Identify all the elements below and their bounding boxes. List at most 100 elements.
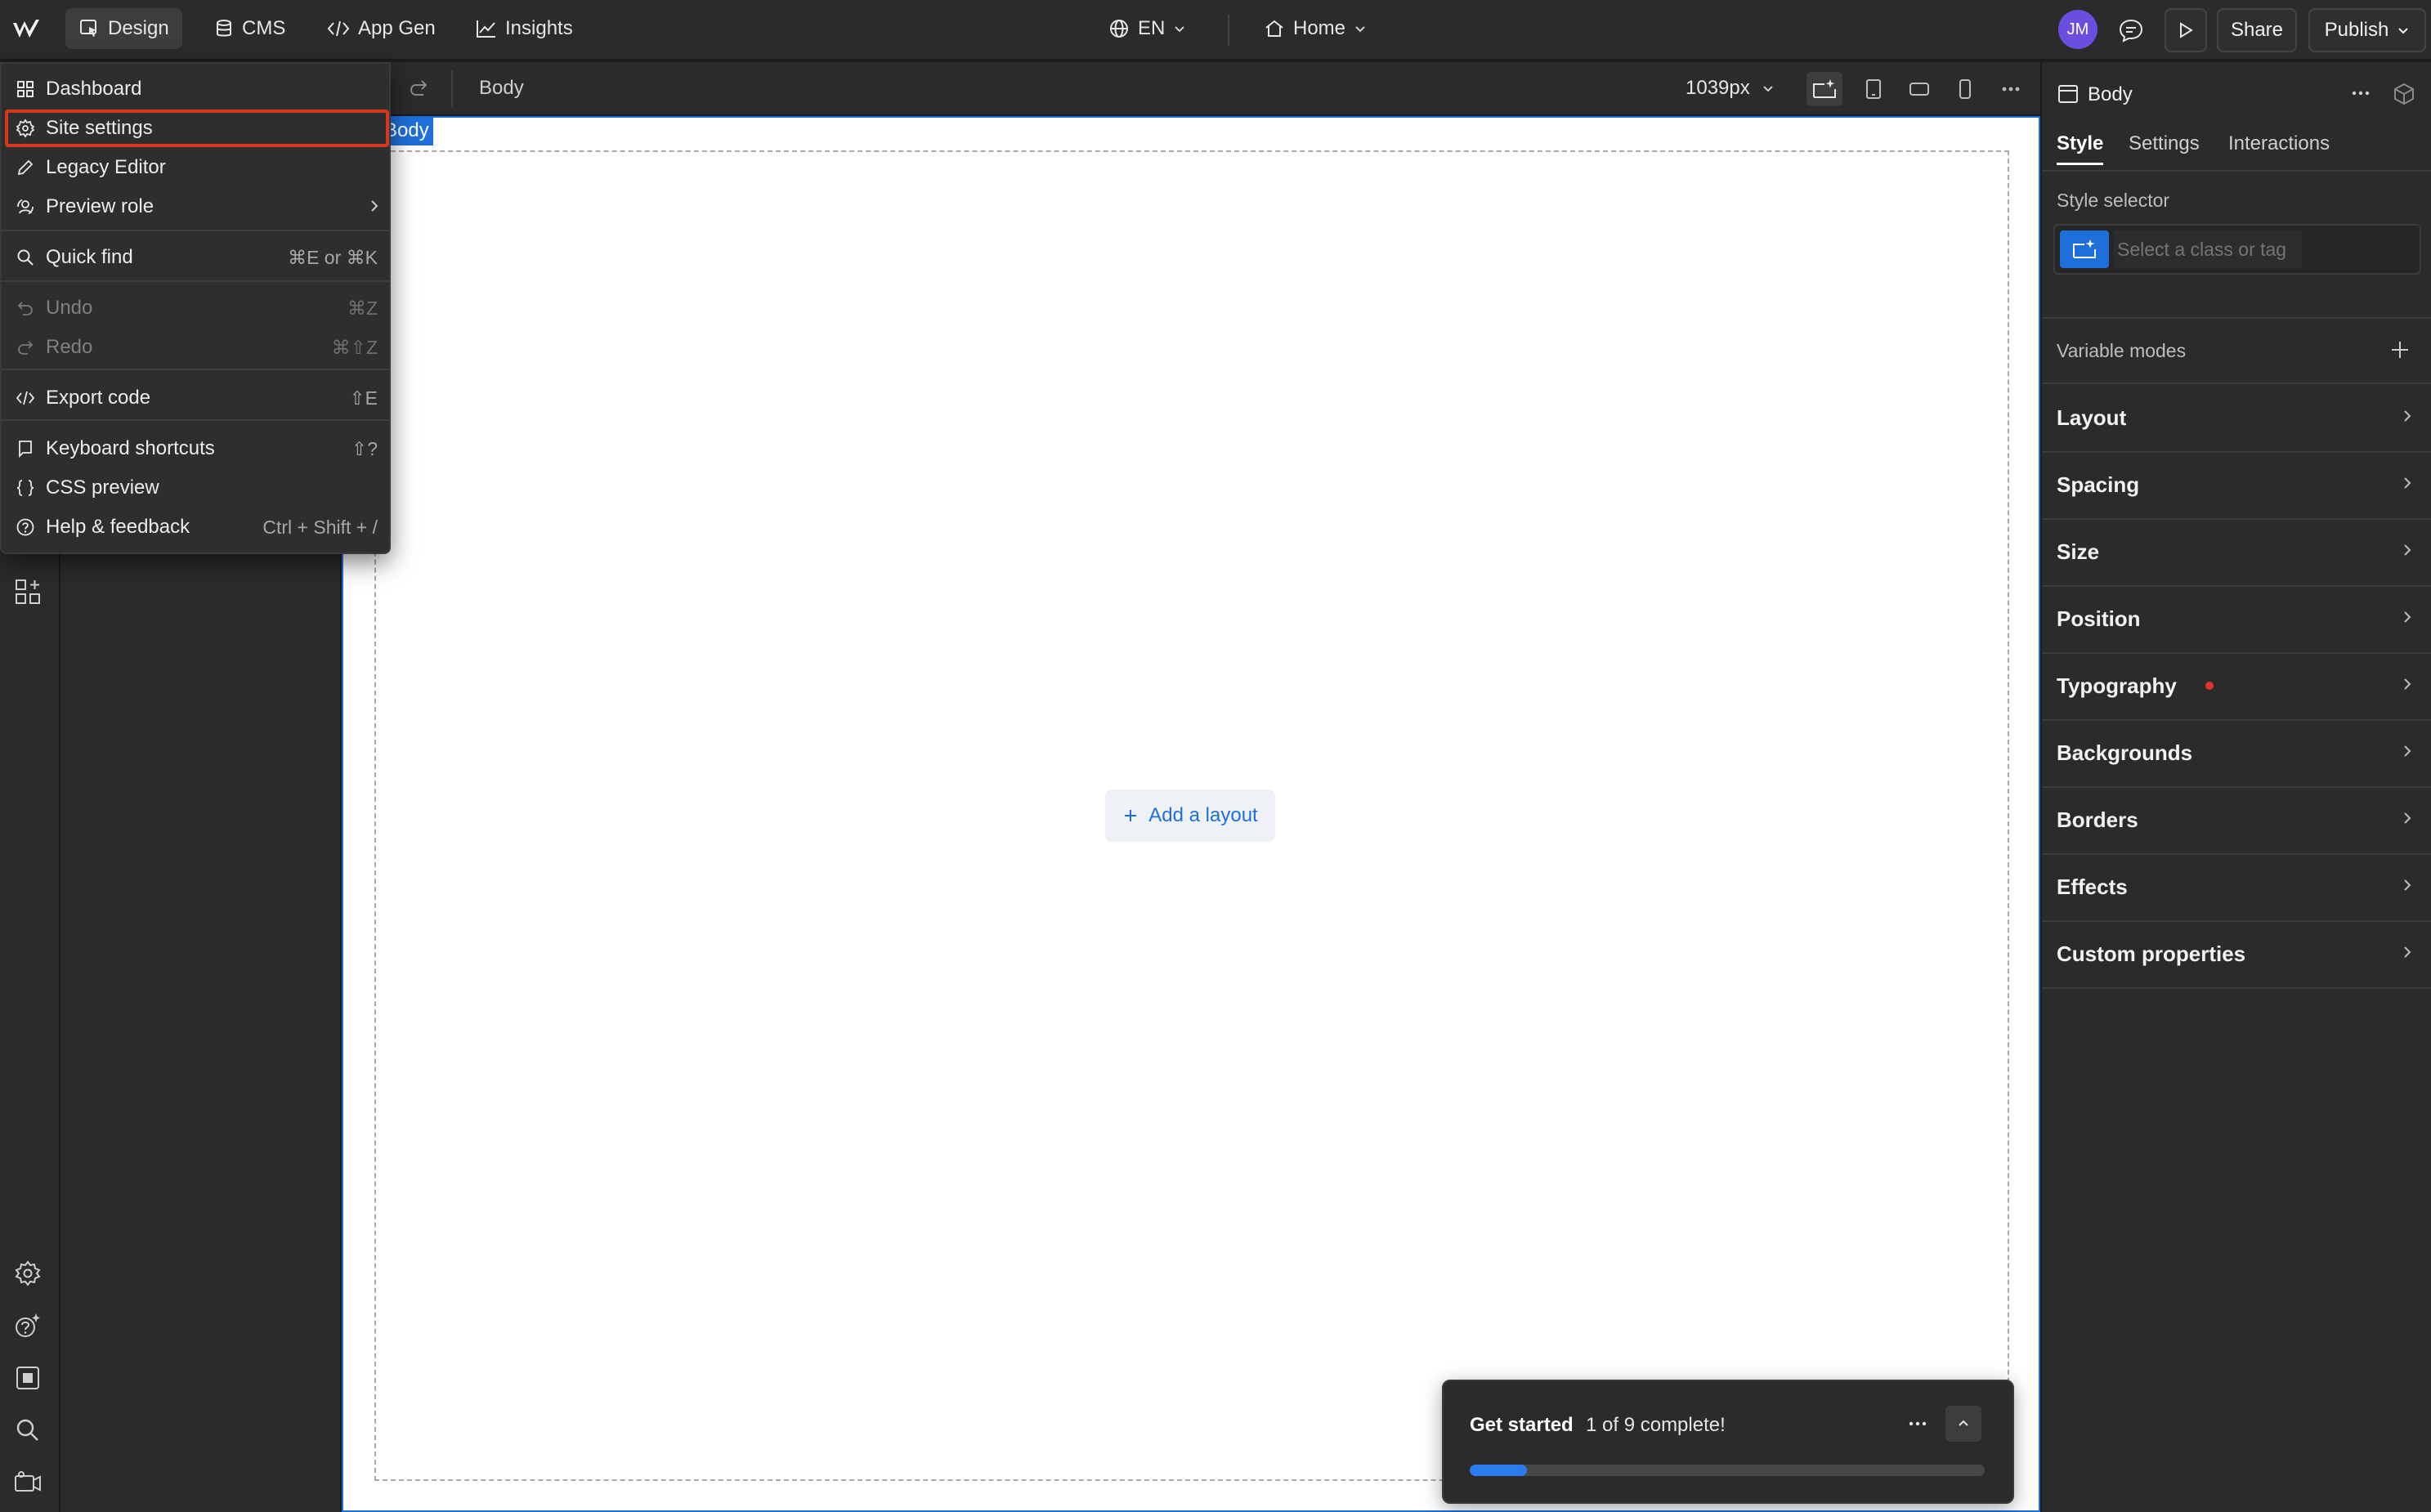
menu-item-preview-role[interactable]: Preview role — [2, 188, 389, 226]
plus-icon[interactable] — [2388, 338, 2411, 361]
section-layout[interactable]: Layout — [2042, 384, 2431, 453]
tab-style[interactable]: Style — [2057, 132, 2104, 165]
section-title: Position — [2057, 606, 2141, 631]
breakpoint-mobile-landscape[interactable] — [1901, 72, 1937, 106]
tablet-icon — [1865, 78, 1883, 101]
help-sparkle-icon[interactable] — [11, 1309, 44, 1342]
canvas-width-selector[interactable]: 1039px — [1686, 77, 1775, 100]
menu-item-shortcut: ⇧E — [349, 387, 378, 409]
menu-item-site-settings[interactable]: Site settings — [5, 110, 389, 147]
search-icon[interactable] — [11, 1414, 44, 1447]
chevron-right-icon — [2402, 878, 2413, 892]
publish-button[interactable]: Publish — [2308, 8, 2426, 52]
menu-item-shortcut: ⌘⇧Z — [331, 336, 378, 358]
more-options-icon[interactable] — [2351, 90, 2371, 96]
menu-item-help-feedback[interactable]: Help & feedback Ctrl + Shift + / — [2, 508, 389, 546]
tab-insights-label: Insights — [505, 17, 573, 39]
chevron-down-icon — [2397, 24, 2410, 37]
section-spacing[interactable]: Spacing — [2042, 451, 2431, 520]
locale-label: EN — [1138, 17, 1166, 39]
menu-item-redo[interactable]: Redo ⌘⇧Z — [2, 329, 389, 366]
more-options-icon[interactable] — [1900, 1406, 1936, 1442]
section-size[interactable]: Size — [2042, 518, 2431, 587]
tab-app-gen[interactable]: App Gen — [314, 8, 449, 49]
stop-square-icon[interactable] — [11, 1362, 44, 1394]
chevron-up-icon[interactable] — [1945, 1406, 1981, 1442]
tab-interactions[interactable]: Interactions — [2228, 132, 2330, 155]
menu-item-label: Preview role — [46, 195, 154, 217]
page-selector[interactable]: Home — [1251, 8, 1380, 49]
pencil-icon — [15, 157, 36, 178]
section-position[interactable]: Position — [2042, 585, 2431, 654]
preview-button[interactable] — [2165, 8, 2207, 52]
get-started-progress-text: 1 of 9 complete! — [1586, 1414, 1726, 1436]
share-button[interactable]: Share — [2217, 8, 2297, 52]
variable-modes-label: Variable modes — [2057, 340, 2187, 361]
chevron-down-icon — [1354, 22, 1367, 35]
breakpoint-mobile-portrait[interactable] — [1947, 72, 1983, 106]
style-selector-field[interactable] — [2053, 224, 2421, 275]
chevron-right-icon — [368, 199, 381, 213]
webflow-logo-icon[interactable] — [11, 16, 44, 44]
add-apps-icon[interactable] — [11, 575, 44, 608]
add-layout-button[interactable]: Add a layout — [1105, 790, 1275, 842]
menu-item-dashboard[interactable]: Dashboard — [2, 70, 389, 108]
user-avatar[interactable]: JM — [2058, 10, 2097, 49]
get-started-progress-bar — [1470, 1465, 1985, 1476]
component-cube-icon[interactable] — [2392, 82, 2416, 106]
menu-separator — [2, 369, 389, 370]
menu-item-undo[interactable]: Undo ⌘Z — [2, 289, 389, 327]
more-options-icon[interactable] — [1993, 72, 2029, 106]
redo-icon[interactable] — [407, 77, 432, 101]
chevron-right-icon — [2402, 409, 2413, 423]
video-tutorials-icon[interactable] — [11, 1466, 44, 1499]
keyboard-icon — [15, 438, 36, 459]
section-title: Layout — [2057, 405, 2127, 430]
menu-item-label: Redo — [46, 336, 93, 358]
settings-icon[interactable] — [11, 1257, 44, 1290]
tab-design-label: Design — [108, 17, 169, 39]
comments-icon[interactable] — [2117, 16, 2145, 44]
tab-settings[interactable]: Settings — [2129, 132, 2200, 155]
selector-divider — [2042, 317, 2431, 319]
section-backgrounds[interactable]: Backgrounds — [2042, 719, 2431, 788]
menu-item-quick-find[interactable]: Quick find ⌘E or ⌘K — [2, 239, 389, 276]
menu-item-css-preview[interactable]: CSS preview — [2, 469, 389, 507]
section-effects[interactable]: Effects — [2042, 853, 2431, 922]
menu-item-legacy-editor[interactable]: Legacy Editor — [2, 149, 389, 186]
code-icon — [327, 19, 350, 38]
breakpoint-desktop-base[interactable] — [1806, 72, 1842, 106]
breadcrumb[interactable]: Body — [479, 77, 524, 100]
element-box-icon — [2057, 83, 2080, 105]
breakpoint-tablet[interactable] — [1856, 72, 1892, 106]
locale-selector[interactable]: EN — [1095, 8, 1199, 49]
menu-item-label: Site settings — [46, 117, 153, 139]
user-switch-icon — [15, 196, 36, 217]
menu-item-keyboard-shortcuts[interactable]: Keyboard shortcuts ⇧? — [2, 430, 389, 467]
style-selector-input[interactable] — [2114, 230, 2302, 268]
tab-cms[interactable]: CMS — [201, 8, 298, 49]
get-started-title: Get started — [1470, 1414, 1574, 1436]
toolbar-divider — [451, 70, 453, 108]
section-typography[interactable]: Typography — [2042, 652, 2431, 721]
database-icon — [214, 18, 234, 39]
canvas-toolbar: Body 1039px — [342, 62, 2040, 116]
section-title: Borders — [2057, 807, 2138, 832]
add-layout-label: Add a layout — [1148, 804, 1258, 826]
tab-app-gen-label: App Gen — [358, 17, 436, 39]
page-label: Home — [1293, 17, 1346, 39]
grid-icon — [15, 78, 36, 100]
menu-item-shortcut: ⇧? — [351, 437, 378, 459]
menu-item-label: Legacy Editor — [46, 156, 166, 178]
section-custom-properties[interactable]: Custom properties — [2042, 920, 2431, 989]
section-borders[interactable]: Borders — [2042, 786, 2431, 855]
topbar-divider — [1228, 15, 1229, 46]
tab-design[interactable]: Design — [65, 8, 182, 49]
tab-insights[interactable]: Insights — [463, 8, 586, 49]
section-title: Typography — [2057, 673, 2177, 698]
menu-item-export-code[interactable]: Export code ⇧E — [2, 379, 389, 417]
globe-icon — [1108, 18, 1130, 39]
chevron-right-icon — [2402, 543, 2413, 557]
section-title: Custom properties — [2057, 942, 2246, 966]
phone-portrait-icon — [1957, 78, 1973, 101]
